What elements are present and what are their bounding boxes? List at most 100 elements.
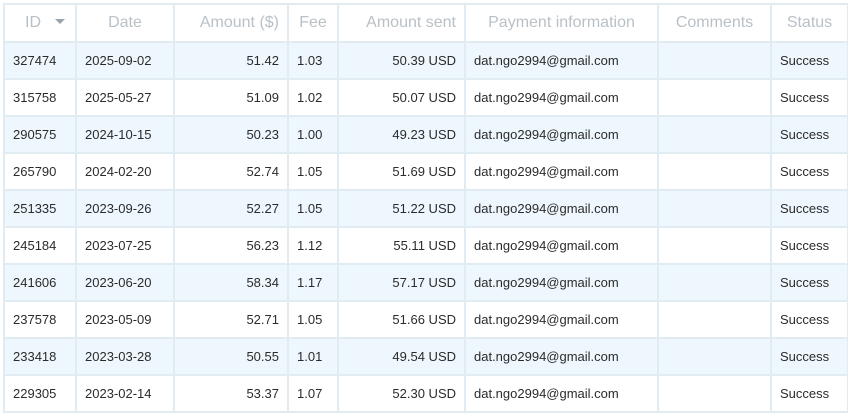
cell-comments [657,115,772,154]
cell-date: 2023-07-25 [75,226,175,265]
cell-payment-info: dat.ngo2994@gmail.com [464,263,659,302]
cell-fee: 1.00 [287,115,339,154]
cell-status: Success [770,263,848,302]
cell-id: 245184 [3,226,77,265]
cell-amount: 56.23 [173,226,289,265]
table-row[interactable]: 233418 2023-03-28 50.55 1.01 49.54 USD dat.ng… [3,337,848,376]
cell-id: 229305 [3,374,77,413]
cell-id: 241606 [3,263,77,302]
cell-fee: 1.03 [287,41,339,80]
cell-status: Success [770,226,848,265]
cell-status: Success [770,41,848,80]
cell-amount-sent: 51.66 USD [337,300,466,339]
cell-comments [657,374,772,413]
cell-comments [657,189,772,228]
cell-amount: 52.74 [173,152,289,191]
column-header-date[interactable]: Date [75,3,175,43]
cell-payment-info: dat.ngo2994@gmail.com [464,152,659,191]
cell-id: 251335 [3,189,77,228]
cell-date: 2024-02-20 [75,152,175,191]
cell-amount-sent: 50.07 USD [337,78,466,117]
cell-payment-info: dat.ngo2994@gmail.com [464,300,659,339]
cell-id: 237578 [3,300,77,339]
cell-comments [657,226,772,265]
cell-payment-info: dat.ngo2994@gmail.com [464,41,659,80]
payments-table-container: ID Date Amount ($) Fee Amount sent Payme… [3,3,848,413]
cell-date: 2023-03-28 [75,337,175,376]
cell-comments [657,337,772,376]
table-row[interactable]: 251335 2023-09-26 52.27 1.05 51.22 USD dat.ng… [3,189,848,228]
cell-comments [657,41,772,80]
cell-payment-info: dat.ngo2994@gmail.com [464,189,659,228]
table-row[interactable]: 241606 2023-06-20 58.34 1.17 57.17 USD dat.ng… [3,263,848,302]
cell-status: Success [770,78,848,117]
cell-payment-info: dat.ngo2994@gmail.com [464,374,659,413]
cell-amount-sent: 55.11 USD [337,226,466,265]
cell-fee: 1.05 [287,300,339,339]
cell-date: 2025-05-27 [75,78,175,117]
cell-comments [657,263,772,302]
cell-date: 2025-09-02 [75,41,175,80]
cell-amount: 51.09 [173,78,289,117]
column-header-amount-sent[interactable]: Amount sent [337,3,466,43]
cell-amount-sent: 52.30 USD [337,374,466,413]
cell-fee: 1.02 [287,78,339,117]
table-row[interactable]: 290575 2024-10-15 50.23 1.00 49.23 USD dat.ng… [3,115,848,154]
table-row[interactable]: 315758 2025-05-27 51.09 1.02 50.07 USD dat.ng… [3,78,848,117]
cell-amount-sent: 51.22 USD [337,189,466,228]
table-row[interactable]: 327474 2025-09-02 51.42 1.03 50.39 USD dat.ng… [3,41,848,80]
cell-fee: 1.17 [287,263,339,302]
cell-amount: 51.42 [173,41,289,80]
cell-id: 233418 [3,337,77,376]
cell-date: 2024-10-15 [75,115,175,154]
cell-date: 2023-02-14 [75,374,175,413]
payments-table: ID Date Amount ($) Fee Amount sent Payme… [3,3,848,413]
cell-payment-info: dat.ngo2994@gmail.com [464,78,659,117]
cell-amount: 50.55 [173,337,289,376]
cell-amount-sent: 50.39 USD [337,41,466,80]
column-header-comments[interactable]: Comments [657,3,772,43]
table-row[interactable]: 229305 2023-02-14 53.37 1.07 52.30 USD dat.ng… [3,374,848,413]
cell-comments [657,78,772,117]
cell-fee: 1.01 [287,337,339,376]
cell-date: 2023-05-09 [75,300,175,339]
cell-amount-sent: 49.23 USD [337,115,466,154]
cell-amount: 53.37 [173,374,289,413]
cell-amount: 50.23 [173,115,289,154]
cell-comments [657,300,772,339]
table-row[interactable]: 245184 2023-07-25 56.23 1.12 55.11 USD dat.ng… [3,226,848,265]
cell-payment-info: dat.ngo2994@gmail.com [464,115,659,154]
cell-payment-info: dat.ngo2994@gmail.com [464,337,659,376]
cell-id: 315758 [3,78,77,117]
cell-amount: 52.27 [173,189,289,228]
column-header-status[interactable]: Status [770,3,848,43]
column-header-id[interactable]: ID [3,3,77,43]
cell-fee: 1.05 [287,152,339,191]
column-header-payment-info[interactable]: Payment information [464,3,659,43]
cell-fee: 1.12 [287,226,339,265]
cell-payment-info: dat.ngo2994@gmail.com [464,226,659,265]
cell-status: Success [770,152,848,191]
cell-date: 2023-06-20 [75,263,175,302]
table-body: 327474 2025-09-02 51.42 1.03 50.39 USD dat.ng… [3,41,848,413]
cell-comments [657,152,772,191]
cell-amount-sent: 49.54 USD [337,337,466,376]
cell-amount-sent: 51.69 USD [337,152,466,191]
cell-status: Success [770,374,848,413]
column-header-amount[interactable]: Amount ($) [173,3,289,43]
column-header-id-label: ID [25,14,41,31]
cell-id: 290575 [3,115,77,154]
cell-amount-sent: 57.17 USD [337,263,466,302]
table-row[interactable]: 237578 2023-05-09 52.71 1.05 51.66 USD dat.ng… [3,300,848,339]
cell-fee: 1.05 [287,189,339,228]
cell-status: Success [770,300,848,339]
cell-status: Success [770,115,848,154]
sort-desc-icon[interactable] [55,19,65,25]
cell-fee: 1.07 [287,374,339,413]
cell-date: 2023-09-26 [75,189,175,228]
table-row[interactable]: 265790 2024-02-20 52.74 1.05 51.69 USD dat.ng… [3,152,848,191]
table-header-row: ID Date Amount ($) Fee Amount sent Payme… [3,3,848,43]
cell-amount: 58.34 [173,263,289,302]
column-header-fee[interactable]: Fee [287,3,339,43]
cell-status: Success [770,337,848,376]
